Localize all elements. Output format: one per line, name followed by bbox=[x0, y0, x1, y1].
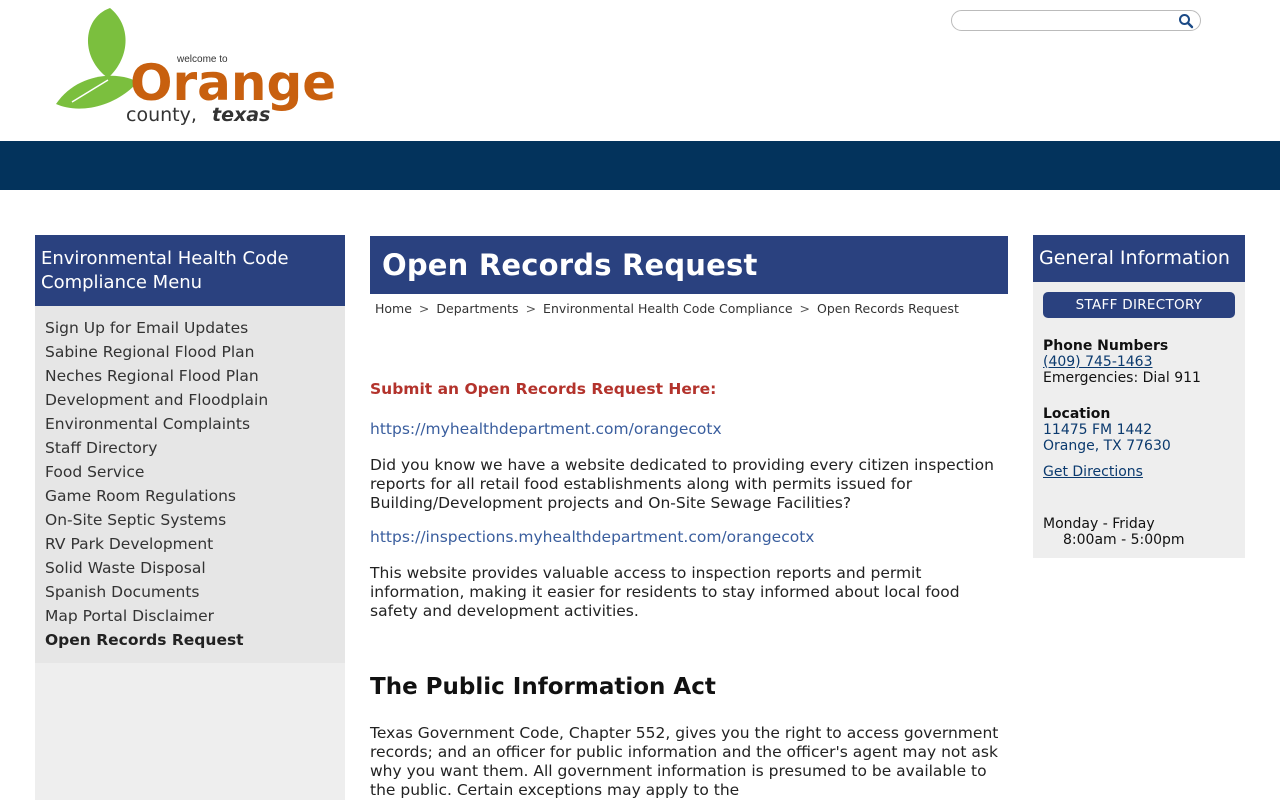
hours-time: 8:00am - 5:00pm bbox=[1063, 532, 1185, 548]
public-information-act-heading: The Public Information Act bbox=[370, 674, 716, 700]
breadcrumb-departments[interactable]: Departments bbox=[436, 301, 518, 316]
inspections-link[interactable]: https://inspections.myhealthdepartment.c… bbox=[370, 528, 814, 546]
address-line-2: Orange, TX 77630 bbox=[1043, 438, 1171, 454]
left-menu-item-neches-regional-flood-plan[interactable]: Neches Regional Flood Plan bbox=[45, 364, 345, 388]
page-title: Open Records Request bbox=[382, 248, 758, 282]
search-box bbox=[951, 10, 1201, 31]
search-input[interactable] bbox=[962, 13, 1177, 28]
orange-county-logo: welcome to Orange county, texas bbox=[56, 8, 336, 126]
left-menu-item-spanish-documents[interactable]: Spanish Documents bbox=[45, 580, 345, 604]
left-menu-item-sign-up-for-email-updates[interactable]: Sign Up for Email Updates bbox=[45, 316, 345, 340]
breadcrumb-home[interactable]: Home bbox=[375, 301, 412, 316]
myhealthdepartment-link[interactable]: https://myhealthdepartment.com/orangecot… bbox=[370, 420, 722, 438]
left-menu-item-open-records-request[interactable]: Open Records Request bbox=[45, 628, 345, 652]
logo-county: county, bbox=[126, 104, 197, 126]
get-directions-link[interactable]: Get Directions bbox=[1043, 464, 1143, 480]
left-menu-item-sabine-regional-flood-plan[interactable]: Sabine Regional Flood Plan bbox=[45, 340, 345, 364]
breadcrumb-separator: > bbox=[525, 301, 537, 316]
emergencies-text: Emergencies: Dial 911 bbox=[1043, 370, 1201, 386]
main-nav-bar bbox=[0, 141, 1280, 190]
main-content: Open Records Request Home > Departments > En… bbox=[370, 236, 1008, 799]
left-menu-item-staff-directory[interactable]: Staff Directory bbox=[45, 436, 345, 460]
breadcrumb-separator: > bbox=[799, 301, 811, 316]
location-label: Location bbox=[1043, 406, 1111, 422]
left-menu-item-solid-waste-disposal[interactable]: Solid Waste Disposal bbox=[45, 556, 345, 580]
breadcrumb-current: Open Records Request bbox=[817, 301, 959, 316]
government-code-paragraph: Texas Government Code, Chapter 552, give… bbox=[370, 724, 999, 799]
inspection-reports-paragraph: Did you know we have a website dedicated… bbox=[370, 456, 994, 512]
breadcrumb-separator: > bbox=[418, 301, 430, 316]
left-menu-item-rv-park-development[interactable]: RV Park Development bbox=[45, 532, 345, 556]
left-menu-list: Sign Up for Email Updates Sabine Regional… bbox=[35, 306, 345, 652]
breadcrumb-environmental-health[interactable]: Environmental Health Code Compliance bbox=[543, 301, 793, 316]
left-menu-item-on-site-septic-systems[interactable]: On-Site Septic Systems bbox=[45, 508, 345, 532]
general-information-panel: General Information STAFF DIRECTORY Phon… bbox=[1033, 235, 1245, 558]
search-icon[interactable] bbox=[1178, 13, 1194, 29]
phone-number-link[interactable]: (409) 745-1463 bbox=[1043, 354, 1153, 370]
breadcrumb: Home > Departments > Environmental Health Co… bbox=[370, 294, 1008, 316]
phone-numbers-label: Phone Numbers bbox=[1043, 338, 1169, 354]
left-menu-item-development-and-floodplain[interactable]: Development and Floodplain bbox=[45, 388, 345, 412]
left-side-menu: Environmental Health Code Compliance Men… bbox=[35, 235, 345, 800]
left-menu-item-game-room-regulations[interactable]: Game Room Regulations bbox=[45, 484, 345, 508]
address-line-1: 11475 FM 1442 bbox=[1043, 422, 1153, 438]
site-header: welcome to Orange county, texas bbox=[0, 0, 1280, 141]
left-menu-item-map-portal-disclaimer[interactable]: Map Portal Disclaimer bbox=[45, 604, 345, 628]
website-info-paragraph: This website provides valuable access to… bbox=[370, 564, 960, 620]
logo-texas: texas bbox=[212, 104, 270, 126]
site-logo[interactable]: welcome to Orange county, texas bbox=[52, 4, 352, 128]
left-menu-item-environmental-complaints[interactable]: Environmental Complaints bbox=[45, 412, 345, 436]
page-title-bar: Open Records Request bbox=[370, 236, 1008, 294]
left-menu-title: Environmental Health Code Compliance Men… bbox=[35, 235, 345, 306]
left-menu-item-food-service[interactable]: Food Service bbox=[45, 460, 345, 484]
hours-days: Monday - Friday bbox=[1043, 516, 1155, 532]
submit-request-heading: Submit an Open Records Request Here: bbox=[370, 380, 717, 398]
general-information-title: General Information bbox=[1033, 235, 1245, 282]
staff-directory-button[interactable]: STAFF DIRECTORY bbox=[1043, 292, 1235, 318]
